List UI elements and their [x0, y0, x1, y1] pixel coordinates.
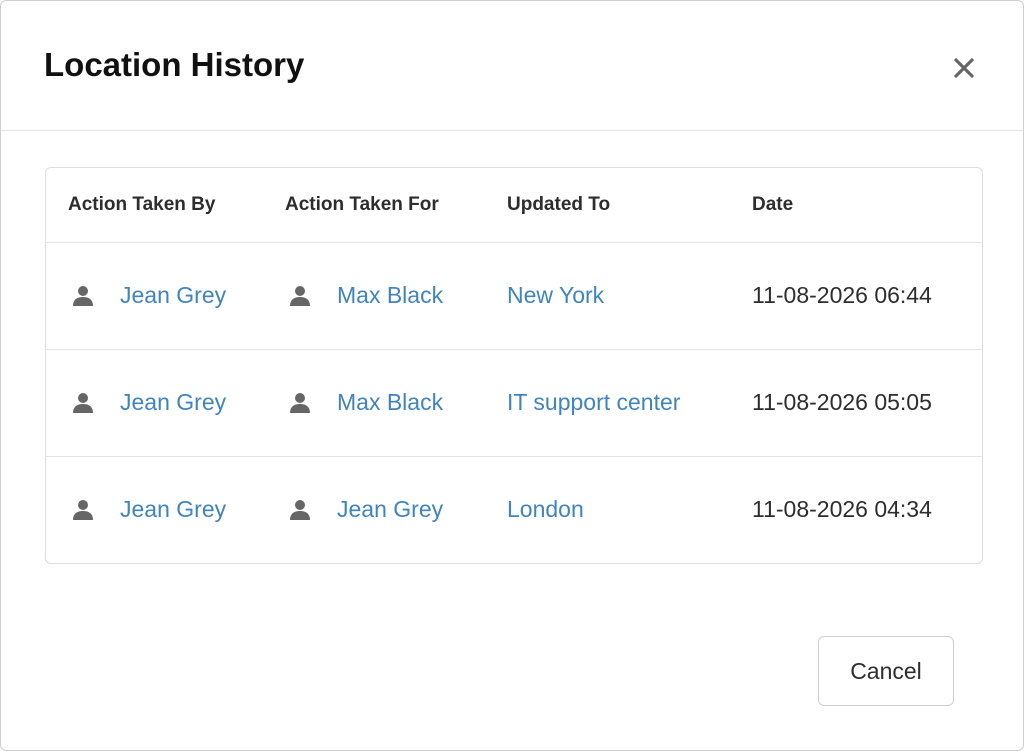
table-row: Jean Grey Max Black New York 11-08-2026 …: [46, 242, 982, 350]
user-link[interactable]: Max Black: [337, 282, 443, 309]
cell-taken-for: Jean Grey: [285, 456, 507, 563]
cell-taken-by: Jean Grey: [46, 349, 285, 457]
cell-date: 11-08-2026 05:05: [752, 349, 982, 457]
location-link[interactable]: New York: [507, 282, 604, 308]
user-link[interactable]: Jean Grey: [120, 389, 226, 416]
date-text: 11-08-2026 06:44: [752, 282, 932, 308]
cell-updated-to: IT support center: [507, 349, 752, 457]
person-icon: [287, 283, 313, 309]
date-text: 11-08-2026 04:34: [752, 496, 932, 523]
cell-taken-for: Max Black: [285, 242, 507, 350]
cell-date: 11-08-2026 06:44: [752, 242, 982, 350]
modal-title: Location History: [44, 46, 305, 83]
person-icon: [70, 497, 96, 523]
location-history-modal: Location History Action Taken By Action …: [0, 0, 1024, 751]
header-updated-to: Updated To: [507, 168, 752, 243]
person-icon: [287, 390, 313, 416]
table-row: Jean Grey Max Black IT support center 11…: [46, 349, 982, 457]
location-link[interactable]: London: [507, 496, 584, 522]
cell-taken-for: Max Black: [285, 349, 507, 457]
cell-taken-by: Jean Grey: [46, 242, 285, 350]
user-link[interactable]: Jean Grey: [120, 282, 226, 309]
cell-date: 11-08-2026 04:34: [752, 456, 982, 563]
cell-updated-to: New York: [507, 242, 752, 350]
person-icon: [70, 283, 96, 309]
user-link[interactable]: Max Black: [337, 389, 443, 416]
date-text: 11-08-2026 05:05: [752, 389, 932, 415]
person-icon: [70, 390, 96, 416]
person-icon: [287, 497, 313, 523]
user-link[interactable]: Jean Grey: [120, 496, 226, 523]
table-row: Jean Grey Jean Grey London 11-08-2026 04…: [46, 456, 982, 563]
close-button[interactable]: [947, 51, 981, 85]
table-header-row: Action Taken By Action Taken For Updated…: [46, 168, 982, 243]
location-link[interactable]: IT support center: [507, 389, 680, 415]
history-table-container: Action Taken By Action Taken For Updated…: [45, 167, 983, 564]
modal-header: Location History: [1, 1, 1023, 131]
cancel-button[interactable]: Cancel: [818, 636, 954, 706]
user-link[interactable]: Jean Grey: [337, 496, 443, 523]
cell-updated-to: London: [507, 456, 752, 563]
header-action-taken-for: Action Taken For: [285, 168, 507, 243]
header-date: Date: [752, 168, 982, 243]
close-icon: [954, 58, 974, 78]
cell-taken-by: Jean Grey: [46, 456, 285, 563]
history-table: Action Taken By Action Taken For Updated…: [46, 168, 982, 563]
header-action-taken-by: Action Taken By: [46, 168, 285, 243]
